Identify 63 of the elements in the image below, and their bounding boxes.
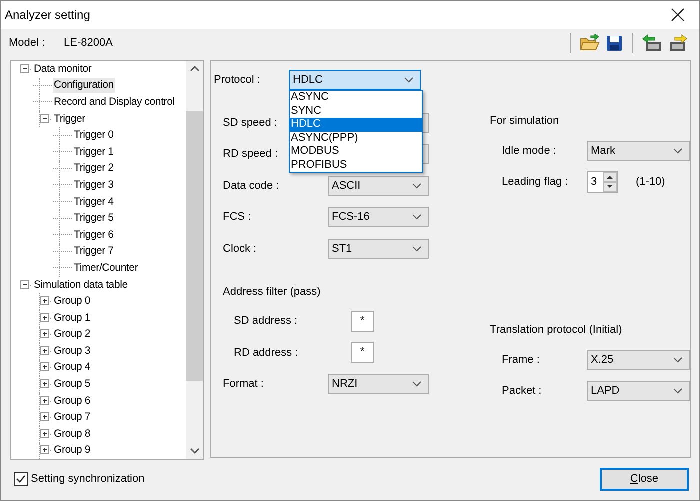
field-label: SD address : (233, 315, 298, 328)
dropdown[interactable]: ASCII (328, 176, 429, 196)
field-label: RD address : (233, 346, 298, 359)
tree-item[interactable]: Trigger (53, 112, 86, 127)
field-label: SD speed : (223, 116, 278, 129)
dropdown[interactable]: LAPD (587, 381, 690, 402)
field-label: Leading flag : (501, 176, 570, 188)
tree-item[interactable]: Trigger 6 (73, 228, 115, 243)
tree-item[interactable]: Trigger 2 (73, 161, 115, 176)
dropdown[interactable]: X.25 (587, 350, 690, 370)
model-value: LE-8200A (64, 37, 113, 49)
dropdown-option[interactable]: ASYNC (290, 91, 422, 104)
dropdown-option[interactable]: ASYNC(PPP) (290, 132, 422, 145)
tree-item[interactable]: Group 4 (53, 360, 92, 376)
tree-item[interactable]: Group 8 (53, 426, 92, 442)
close-button[interactable]: Close (600, 468, 689, 490)
tree-item[interactable]: Group 0 (53, 294, 92, 310)
dropdown-option[interactable]: PROFIBUS (290, 158, 422, 172)
dropdown[interactable]: ST1 (328, 238, 429, 259)
window-title: Analyzer setting (5, 8, 92, 22)
tree-item[interactable]: Group 6 (53, 394, 92, 409)
field-label: For simulation (490, 115, 560, 127)
tree-item[interactable]: Data monitor (33, 62, 93, 77)
text-field[interactable]: * (351, 342, 374, 364)
tree-item[interactable]: Group 5 (53, 377, 92, 392)
tree-item[interactable]: Group 7 (53, 410, 92, 426)
field-label: Translation protocol (Initial) (490, 324, 622, 336)
tree-item[interactable]: Group 1 (53, 310, 92, 326)
tree-item[interactable]: Group 2 (53, 327, 92, 342)
tree-item[interactable]: Group 3 (53, 344, 92, 359)
tree-item[interactable]: Trigger 7 (73, 244, 115, 260)
dropdown[interactable]: Mark (587, 140, 690, 161)
protocol-label: Protocol : (214, 74, 262, 86)
field-label: RD speed : (223, 148, 278, 160)
dropdown-option[interactable]: SYNC (290, 104, 422, 118)
text-field[interactable]: * (351, 310, 374, 332)
tree-item[interactable]: Trigger 3 (73, 178, 115, 193)
tree-item[interactable]: Configuration (53, 78, 115, 94)
field-label: Address filter (pass) (223, 286, 321, 298)
tree-item[interactable]: Trigger 0 (73, 128, 115, 144)
dropdown[interactable]: NRZI (328, 374, 429, 394)
dropdown-option[interactable]: HDLC (290, 118, 422, 132)
tree-item[interactable]: Simulation data table (33, 278, 129, 293)
field-label: Data code : (223, 180, 280, 192)
sync-checkbox[interactable]: Setting synchronization (14, 472, 600, 486)
field-label: Frame : (501, 354, 540, 366)
tree-item[interactable]: Trigger 4 (73, 194, 115, 210)
field-label: Format : (223, 378, 264, 390)
field-label: Packet : (501, 385, 542, 398)
tree-item[interactable]: Group 9 (53, 443, 92, 458)
tree-item[interactable]: Timer/Counter (73, 260, 140, 276)
tree-item[interactable]: Trigger 1 (73, 144, 115, 160)
protocol-dropdown[interactable]: HDLC (289, 70, 421, 90)
spin-field[interactable]: 3 (587, 171, 618, 194)
field-label: Idle mode : (501, 144, 556, 157)
range-hint: (1-10) (636, 176, 666, 188)
dropdown-option[interactable]: MODBUS (290, 145, 422, 158)
field-label: FCS : (223, 211, 252, 224)
field-label: Clock : (223, 242, 257, 255)
tree-item[interactable]: Trigger 5 (73, 211, 115, 226)
tree-item[interactable]: Record and Display control (53, 94, 176, 110)
dropdown[interactable]: FCS-16 (328, 207, 429, 228)
model-label: Model : (9, 37, 46, 49)
